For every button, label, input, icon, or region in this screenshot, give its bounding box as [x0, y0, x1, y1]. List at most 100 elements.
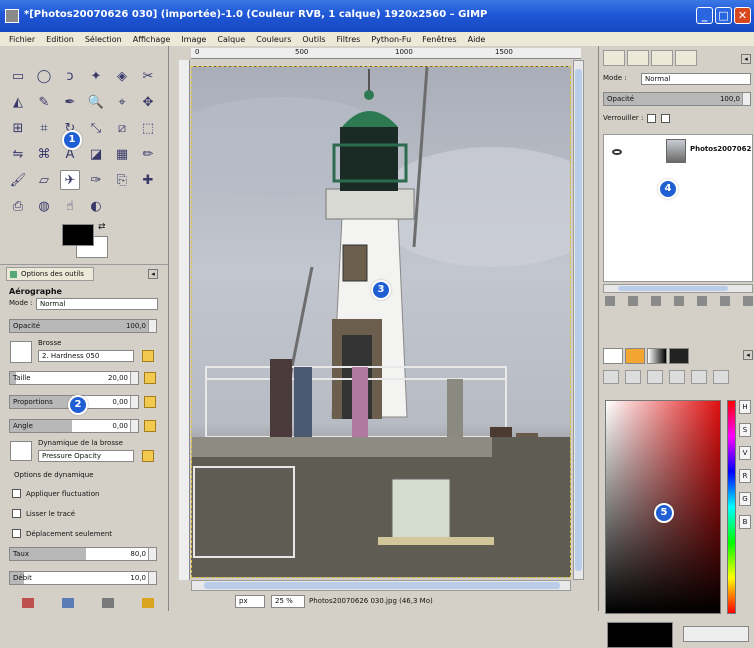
- restore-options-icon[interactable]: [62, 598, 74, 608]
- hue-strip[interactable]: [727, 400, 736, 614]
- current-foreground-swatch[interactable]: [607, 622, 673, 648]
- menu-filters[interactable]: Filtres: [337, 35, 361, 44]
- channel-v-button[interactable]: V: [739, 446, 751, 460]
- rate-slider[interactable]: Taux 80,0: [9, 547, 157, 561]
- ellipse-select-icon[interactable]: ◯: [34, 66, 54, 86]
- angle-reset-icon[interactable]: [144, 420, 156, 432]
- tab-paths[interactable]: [651, 50, 673, 66]
- foreground-select-icon[interactable]: ◭: [8, 92, 28, 112]
- anchor-layer-icon[interactable]: [720, 296, 730, 306]
- tab-layers[interactable]: [603, 50, 625, 66]
- cmyk-selector-icon[interactable]: [625, 370, 641, 384]
- paths-icon[interactable]: ✎: [34, 92, 54, 112]
- wheel-selector-icon[interactable]: [669, 370, 685, 384]
- lock-alpha-icon[interactable]: [661, 114, 670, 123]
- size-reset-icon[interactable]: [144, 372, 156, 384]
- menu-select[interactable]: Sélection: [85, 35, 122, 44]
- scissors-icon[interactable]: ✂: [138, 66, 158, 86]
- tab-channels[interactable]: [627, 50, 649, 66]
- dynamics-edit-icon[interactable]: [142, 450, 154, 462]
- tab-gradients[interactable]: [647, 348, 667, 364]
- tab-fg-bg[interactable]: [603, 348, 623, 364]
- lasso-icon[interactable]: ɔ: [60, 66, 80, 86]
- delete-layer-icon[interactable]: [743, 296, 753, 306]
- new-group-icon[interactable]: [628, 296, 638, 306]
- new-layer-icon[interactable]: [605, 296, 615, 306]
- color-panel-menu-icon[interactable]: ◂: [743, 350, 753, 360]
- size-spinner[interactable]: [130, 372, 138, 384]
- watercolor-selector-icon[interactable]: [691, 370, 707, 384]
- menu-tools[interactable]: Outils: [302, 35, 325, 44]
- mode-select[interactable]: Normal: [36, 298, 158, 310]
- menu-help[interactable]: Aide: [468, 35, 486, 44]
- rate-spinner[interactable]: [148, 548, 156, 560]
- aspect-reset-icon[interactable]: [144, 396, 156, 408]
- rect-select-icon[interactable]: ▭: [8, 66, 28, 86]
- image-canvas[interactable]: [191, 66, 571, 578]
- move-icon[interactable]: ✥: [138, 92, 158, 112]
- raise-layer-icon[interactable]: [651, 296, 661, 306]
- brush-name[interactable]: 2. Hardness 050: [38, 350, 134, 362]
- gimp-selector-icon[interactable]: [603, 370, 619, 384]
- flow-spinner[interactable]: [148, 572, 156, 584]
- menu-file[interactable]: Fichier: [9, 35, 35, 44]
- align-icon[interactable]: ⊞: [8, 118, 28, 138]
- visibility-eye-icon[interactable]: [612, 149, 622, 155]
- paintbrush-icon[interactable]: 🖌: [8, 170, 28, 190]
- minimize-button[interactable]: _: [696, 7, 713, 24]
- checkbox-motion-only[interactable]: [12, 529, 21, 538]
- color-select-icon[interactable]: ◈: [112, 66, 132, 86]
- menu-edit[interactable]: Edition: [46, 35, 74, 44]
- color-picker-icon[interactable]: ✒: [60, 92, 80, 112]
- perspective-clone-icon[interactable]: ⎙: [8, 196, 28, 216]
- fuzzy-select-icon[interactable]: ✦: [86, 66, 106, 86]
- channel-h-button[interactable]: H: [739, 400, 751, 414]
- unit-select[interactable]: px: [235, 595, 265, 608]
- eraser-icon[interactable]: ▱: [34, 170, 54, 190]
- tab-palette[interactable]: [625, 348, 645, 364]
- saturation-value-square[interactable]: 5: [605, 400, 721, 614]
- zoom-select[interactable]: 25 %: [271, 595, 305, 608]
- aspect-spinner[interactable]: [130, 396, 138, 408]
- airbrush-icon[interactable]: ✈: [60, 170, 80, 190]
- layers-scrollbar[interactable]: [603, 284, 753, 293]
- lock-pixels-icon[interactable]: [647, 114, 656, 123]
- channel-r-button[interactable]: R: [739, 469, 751, 483]
- blend-icon[interactable]: ▦: [112, 144, 132, 164]
- vertical-scroll-thumb[interactable]: [575, 69, 582, 571]
- save-options-icon[interactable]: [22, 598, 34, 608]
- scale-icon[interactable]: ⤡: [86, 118, 106, 138]
- dynamics-options-expander[interactable]: Options de dynamique: [14, 471, 164, 485]
- lower-layer-icon[interactable]: [674, 296, 684, 306]
- reset-options-icon[interactable]: [142, 598, 154, 608]
- brush-edit-icon[interactable]: [142, 350, 154, 362]
- blur-icon[interactable]: ◍: [34, 196, 54, 216]
- horizontal-scroll-thumb[interactable]: [204, 582, 560, 589]
- smudge-icon[interactable]: ☝: [60, 196, 80, 216]
- menu-view[interactable]: Affichage: [133, 35, 171, 44]
- tab-undo[interactable]: [675, 50, 697, 66]
- clone-icon[interactable]: ⎘: [112, 170, 132, 190]
- swap-colors-icon[interactable]: ⇄: [98, 222, 106, 232]
- crop-icon[interactable]: ⌗: [34, 118, 54, 138]
- menu-layer[interactable]: Calque: [217, 35, 245, 44]
- layers-mode-select[interactable]: Normal: [641, 73, 751, 85]
- vertical-scrollbar[interactable]: [573, 60, 584, 580]
- close-button[interactable]: ✕: [734, 7, 751, 24]
- panel-menu-icon[interactable]: ◂: [148, 269, 158, 279]
- delete-options-icon[interactable]: [102, 598, 114, 608]
- layers-scroll-thumb[interactable]: [618, 286, 728, 291]
- scales-selector-icon[interactable]: [713, 370, 729, 384]
- dock-menu-icon[interactable]: ◂: [741, 54, 751, 64]
- duplicate-layer-icon[interactable]: [697, 296, 707, 306]
- layers-opacity-spinner[interactable]: [742, 93, 750, 105]
- size-slider[interactable]: Taille 20,00: [9, 371, 139, 385]
- flow-slider[interactable]: Débit 10,0: [9, 571, 157, 585]
- checkbox-apply-jitter[interactable]: [12, 489, 21, 498]
- vertical-ruler[interactable]: [179, 60, 190, 580]
- menu-image[interactable]: Image: [181, 35, 206, 44]
- dynamics-preview[interactable]: [10, 441, 32, 461]
- perspective-icon[interactable]: ⬚: [138, 118, 158, 138]
- cage-icon[interactable]: ⌘: [34, 144, 54, 164]
- flip-icon[interactable]: ⇋: [8, 144, 28, 164]
